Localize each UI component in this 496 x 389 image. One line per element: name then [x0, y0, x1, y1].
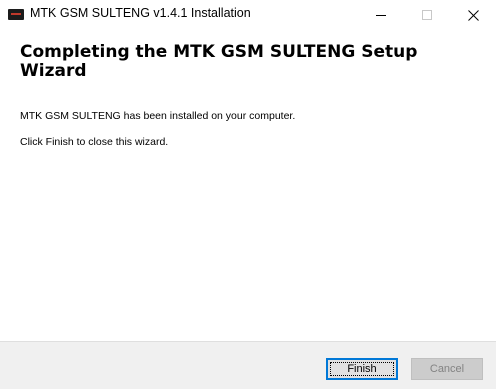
app-icon — [8, 9, 24, 20]
installer-window: MTK GSM SULTENG v1.4.1 Installation Comp… — [0, 0, 496, 389]
installed-message: MTK GSM SULTENG has been installed on yo… — [20, 110, 296, 122]
cancel-button: Cancel — [411, 358, 483, 380]
button-bar: Finish Cancel — [0, 341, 496, 389]
maximize-icon — [422, 10, 432, 20]
close-button[interactable] — [450, 0, 496, 30]
finish-button[interactable]: Finish — [326, 358, 398, 380]
finish-instruction: Click Finish to close this wizard. — [20, 136, 169, 148]
maximize-button — [404, 0, 450, 30]
window-title: MTK GSM SULTENG v1.4.1 Installation — [30, 6, 251, 20]
minimize-button[interactable] — [358, 0, 404, 30]
title-bar[interactable]: MTK GSM SULTENG v1.4.1 Installation — [0, 0, 496, 30]
focus-ring — [330, 362, 394, 376]
close-icon — [467, 9, 479, 21]
wizard-heading: Completing the MTK GSM SULTENG Setup Wiz… — [20, 42, 418, 81]
cancel-button-label: Cancel — [429, 363, 465, 375]
minimize-icon — [376, 15, 386, 16]
